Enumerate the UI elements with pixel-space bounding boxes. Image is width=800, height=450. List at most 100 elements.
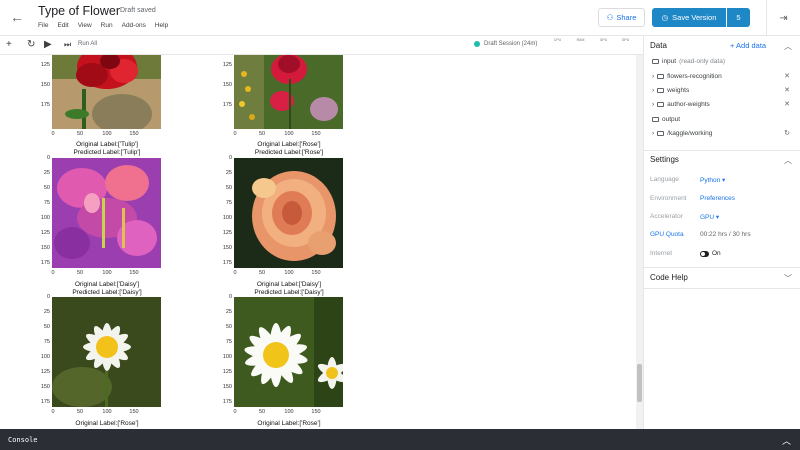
flower-image — [234, 158, 343, 268]
settings-section-title[interactable]: Settings — [650, 155, 679, 164]
share-button[interactable]: ⚇ Share — [598, 8, 645, 27]
language-select[interactable]: Python ▾ — [700, 176, 725, 184]
run-all-button[interactable]: Run All — [78, 41, 97, 47]
remove-icon[interactable]: ✕ — [784, 72, 790, 80]
x-axis: 0 50 100 150 — [233, 409, 321, 415]
folder-icon — [657, 131, 665, 136]
share-icon: ⚇ — [606, 13, 614, 22]
menu-run[interactable]: Run — [101, 22, 113, 29]
flower-image — [52, 55, 161, 129]
code-help-title[interactable]: Code Help — [650, 273, 688, 282]
chevron-up-icon[interactable]: ︿ — [782, 434, 791, 447]
original-label-5: Original Label:['Rose'] — [75, 420, 139, 427]
save-version-label: Save Version — [672, 13, 717, 22]
chevron-right-icon: › — [652, 73, 655, 80]
y-axis: 0 25 50 75 100 125 150 175 — [40, 294, 50, 405]
notebook-title[interactable]: Type of Flower — [38, 4, 120, 18]
remove-icon[interactable]: ✕ — [784, 86, 790, 94]
restart-icon[interactable]: ↻ — [27, 39, 35, 51]
folder-icon — [652, 59, 659, 64]
chevron-right-icon: › — [652, 130, 655, 137]
setting-label: Internet — [650, 250, 673, 257]
dataset-item[interactable]: › author-weights — [652, 101, 710, 108]
divider — [644, 150, 800, 151]
menu-addons[interactable]: Add-ons — [122, 22, 146, 29]
original-label-4: Original Label:['Daisy'] — [256, 281, 322, 288]
original-label-2: Original Label:['Rose'] — [257, 141, 321, 148]
chevron-right-icon: › — [652, 87, 655, 94]
output-path-item[interactable]: › /kaggle/working — [652, 130, 712, 137]
output-folder[interactable]: output — [652, 116, 680, 123]
dataset-item[interactable]: › weights — [652, 87, 689, 94]
gpu-quota-link[interactable]: GPU Quota — [650, 231, 684, 238]
back-arrow-icon[interactable]: ← — [10, 10, 24, 24]
chevron-up-icon[interactable]: ︿ — [784, 41, 792, 52]
ram-meter: RAM — [576, 38, 585, 42]
y-axis: 0 25 50 75 100 125 150 175 — [222, 294, 232, 405]
y-axis: 75 100 125 150 175 — [40, 62, 50, 108]
share-label: Share — [616, 13, 637, 22]
folder-icon — [657, 74, 665, 79]
gpu-quota-value: 00:22 hrs / 30 hrs — [700, 231, 751, 238]
add-cell-icon[interactable]: + — [6, 39, 12, 51]
environment-link[interactable]: Preferences — [700, 195, 735, 202]
menu-view[interactable]: View — [78, 22, 92, 29]
folder-icon — [657, 102, 665, 107]
divider — [644, 288, 800, 289]
data-section-title[interactable]: Data — [650, 41, 667, 50]
notebook-toolbar: + ↻ ▶ ⏭ Run All Draft Session (24m) — [0, 36, 643, 55]
history-icon: ◷ — [661, 13, 669, 22]
version-count-button[interactable]: 5 — [727, 8, 750, 27]
flower-image — [234, 297, 343, 407]
run-icon[interactable]: ▶ — [44, 39, 52, 51]
dataset-item[interactable]: › flowers-recognition — [652, 73, 722, 80]
cell-output: 75 100 125 150 175 0 50 100 150 Original… — [0, 55, 636, 429]
flower-image — [234, 55, 343, 129]
session-status[interactable]: Draft Session (24m) — [474, 41, 537, 47]
gpu-meter: GPU — [599, 38, 608, 42]
chevron-up-icon[interactable]: ︿ — [784, 155, 792, 166]
cpu-meter: CPU — [553, 38, 562, 42]
original-label-1: Original Label:['Tulip'] — [76, 141, 138, 148]
console-bar[interactable]: Console ︿ — [0, 429, 800, 450]
predicted-label-1: Predicted Label:['Tulip'] — [73, 149, 141, 156]
dataset-name: weights — [667, 87, 690, 94]
x-axis: 0 50 100 150 — [51, 131, 139, 137]
menu-help[interactable]: Help — [155, 22, 168, 29]
x-axis: 0 50 100 150 — [51, 270, 139, 276]
dataset-name: flowers-recognition — [667, 73, 722, 80]
top-bar: ← Type of Flower Draft saved File Edit V… — [0, 0, 800, 36]
setting-label: Environment — [650, 195, 687, 202]
collapse-panel-icon[interactable]: ⇥ — [766, 0, 800, 36]
remove-icon[interactable]: ✕ — [784, 100, 790, 108]
right-sidebar: Data + Add data ︿ input (read-only data)… — [643, 36, 800, 429]
y-axis: 0 25 50 75 100 125 150 175 — [40, 155, 50, 266]
menu-file[interactable]: File — [38, 22, 48, 29]
internet-toggle[interactable]: On — [700, 250, 721, 257]
draft-status: Draft saved — [120, 7, 156, 14]
input-label: input — [662, 58, 677, 65]
menu-edit[interactable]: Edit — [57, 22, 68, 29]
flower-image — [52, 297, 161, 407]
setting-label: Language — [650, 176, 679, 183]
menu-bar: File Edit View Run Add-ons Help — [38, 22, 168, 29]
original-label-3: Original Label:['Daisy'] — [74, 281, 140, 288]
folder-icon — [657, 88, 665, 93]
output-path: /kaggle/working — [667, 130, 713, 137]
save-version-button[interactable]: ◷ Save Version — [652, 8, 726, 27]
gpu-memory-meter: GPU — [621, 38, 630, 42]
run-all-icon[interactable]: ⏭ — [64, 39, 71, 51]
dataset-name: author-weights — [667, 101, 710, 108]
input-folder[interactable]: input (read-only data) — [652, 58, 725, 65]
chevron-down-icon[interactable]: ﹀ — [784, 273, 792, 284]
session-label: Draft Session (24m) — [484, 41, 538, 47]
flower-image — [52, 158, 161, 268]
add-data-button[interactable]: + Add data — [730, 41, 766, 50]
console-label: Console — [8, 436, 38, 444]
refresh-icon[interactable]: ↻ — [784, 129, 790, 137]
setting-label: Accelerator — [650, 213, 683, 220]
predicted-label-4: Predicted Label:['Daisy'] — [254, 289, 324, 296]
accelerator-select[interactable]: GPU ▾ — [700, 213, 719, 221]
output-scrollbar-thumb[interactable] — [637, 364, 642, 402]
predicted-label-3: Predicted Label:['Daisy'] — [72, 289, 142, 296]
